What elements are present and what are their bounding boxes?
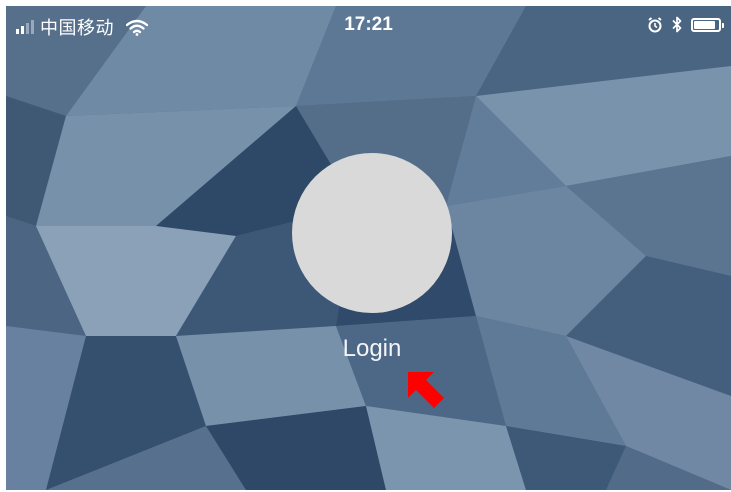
login-screen: 中国移动 17:21 Login — [6, 6, 731, 490]
login-button[interactable]: Login — [272, 335, 472, 363]
status-bar: 中国移动 17:21 — [6, 6, 731, 44]
status-right — [647, 16, 724, 33]
arrow-pointer-icon — [408, 372, 444, 408]
alarm-icon — [648, 16, 662, 32]
avatar[interactable] — [292, 153, 452, 313]
status-time: 17:21 — [344, 14, 393, 35]
battery-icon — [691, 17, 724, 32]
bluetooth-icon — [672, 16, 682, 33]
